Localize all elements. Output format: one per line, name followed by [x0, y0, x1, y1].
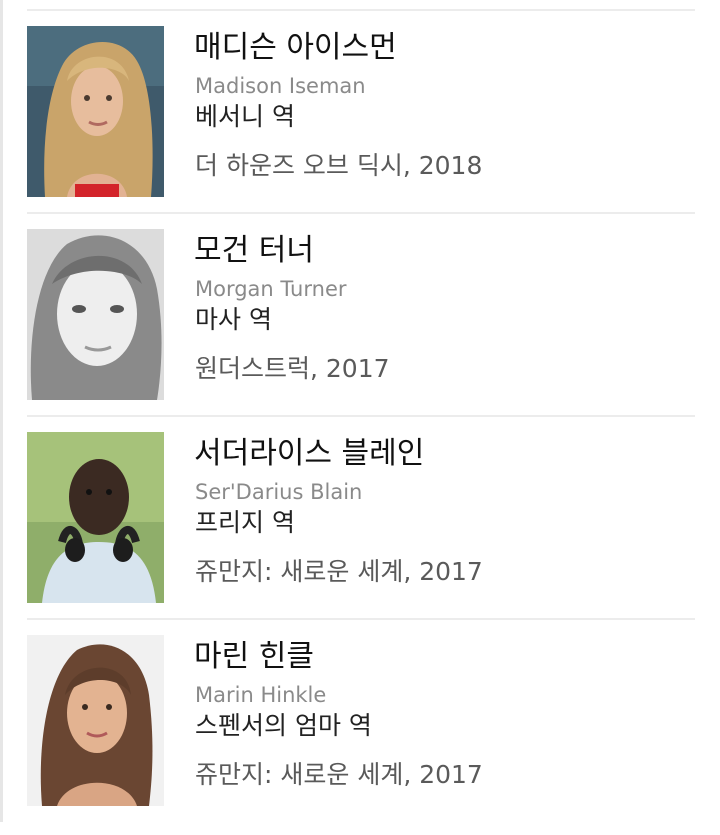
actor-name-korean: 마린 힌클 — [194, 639, 314, 674]
cast-item-morgan-turner[interactable]: 모건 터너 Morgan Turner 마사 역 원더스트럭, 2017 — [0, 229, 720, 429]
actor-photo[interactable] — [27, 26, 164, 197]
actor-name-english: Morgan Turner — [195, 277, 347, 301]
character-role: 스펜서의 엄마 역 — [195, 711, 372, 740]
known-for-work: 쥬만지: 새로운 세계, 2017 — [195, 557, 483, 586]
cast-item-marin-hinkle[interactable]: 마린 힌클 Marin Hinkle 스펜서의 엄마 역 쥬만지: 새로운 세계… — [0, 635, 720, 835]
actor-photo[interactable] — [27, 432, 164, 603]
known-for-work: 원더스트럭, 2017 — [195, 354, 390, 383]
known-for-work: 더 하운즈 오브 딕시, 2018 — [195, 151, 483, 180]
actor-photo[interactable] — [27, 229, 164, 400]
cast-item-serdarius-blain[interactable]: 서더라이스 블레인 Ser'Darius Blain 프리지 역 쥬만지: 새로… — [0, 432, 720, 632]
known-for-work: 쥬만지: 새로운 세계, 2017 — [195, 760, 483, 789]
actor-name-korean: 서더라이스 블레인 — [194, 436, 425, 471]
cast-item-madison-iseman[interactable]: 매디슨 아이스먼 Madison Iseman 베서니 역 더 하운즈 오브 딕… — [0, 26, 720, 226]
actor-name-korean: 모건 터너 — [194, 233, 314, 268]
actor-name-english: Madison Iseman — [195, 74, 366, 98]
divider — [27, 9, 695, 11]
divider — [27, 415, 695, 417]
character-role: 마사 역 — [195, 305, 272, 334]
divider — [27, 618, 695, 620]
character-role: 베서니 역 — [195, 102, 295, 131]
actor-photo[interactable] — [27, 635, 164, 806]
actor-name-english: Ser'Darius Blain — [195, 480, 363, 504]
divider — [27, 212, 695, 214]
actor-name-korean: 매디슨 아이스먼 — [194, 30, 397, 65]
character-role: 프리지 역 — [195, 508, 295, 537]
actor-name-english: Marin Hinkle — [195, 683, 327, 707]
